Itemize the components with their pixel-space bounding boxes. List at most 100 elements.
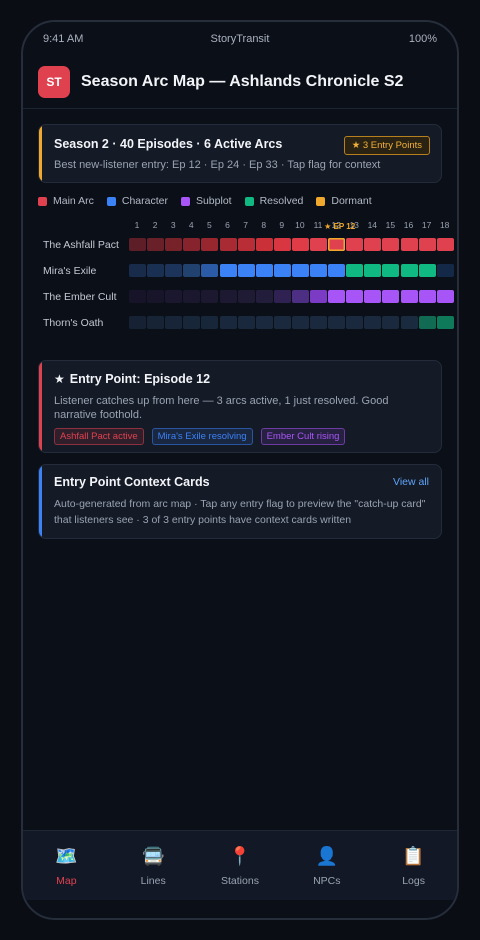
arc-cell[interactable] <box>291 238 309 251</box>
arc-cell[interactable] <box>129 316 146 329</box>
legend-label: Dormant <box>331 195 372 207</box>
arc-cell[interactable] <box>129 290 146 303</box>
arc-cell[interactable] <box>418 238 436 251</box>
arc-cell[interactable] <box>364 238 382 251</box>
arc-cell[interactable] <box>201 238 219 251</box>
arc-cell[interactable] <box>346 316 364 329</box>
arc-cell[interactable] <box>255 238 273 251</box>
arc-cell[interactable] <box>400 316 418 329</box>
arc-cell[interactable] <box>418 264 436 277</box>
arc-cell[interactable] <box>129 238 146 251</box>
arc-row: The Ashfall Pact <box>23 238 457 252</box>
arc-cell[interactable] <box>183 264 201 277</box>
arc-cell[interactable] <box>291 290 309 303</box>
arc-cell[interactable] <box>201 316 219 329</box>
arc-cell[interactable] <box>328 290 346 303</box>
arc-cell[interactable] <box>147 238 165 251</box>
tab-logs[interactable]: 📋 Logs <box>382 845 446 887</box>
arc-cell[interactable] <box>436 238 454 251</box>
entry-point-card[interactable]: ★ Entry Point: Episode 12 Listener catch… <box>38 360 442 453</box>
arc-cell[interactable] <box>255 264 273 277</box>
arc-cell[interactable] <box>364 316 382 329</box>
arc-cell[interactable] <box>364 290 382 303</box>
arc-cell[interactable] <box>291 264 309 277</box>
star-icon: ★ <box>351 140 361 151</box>
arc-cell[interactable] <box>237 316 255 329</box>
arc-cell[interactable] <box>382 316 400 329</box>
arc-cell[interactable] <box>273 264 291 277</box>
arc-cell[interactable] <box>219 316 237 329</box>
episode-number: 6 <box>225 220 230 230</box>
episode-number: 3 <box>170 220 176 230</box>
arc-cell[interactable] <box>219 264 237 277</box>
arc-cell[interactable] <box>165 290 183 303</box>
episode-number: 9 <box>279 220 285 230</box>
arc-cell[interactable] <box>165 264 183 277</box>
arc-cell[interactable] <box>237 238 255 251</box>
arc-cell[interactable] <box>273 238 291 251</box>
arc-cell[interactable] <box>219 290 237 303</box>
arc-cell[interactable] <box>328 238 346 251</box>
arc-cell[interactable] <box>310 264 327 277</box>
arc-cell[interactable] <box>147 290 165 303</box>
arc-cell[interactable] <box>382 238 400 251</box>
view-all-link[interactable]: View all <box>393 476 429 488</box>
pin-icon: 📍 <box>228 846 252 866</box>
arc-cell[interactable] <box>382 290 400 303</box>
arc-cell[interactable] <box>147 264 165 277</box>
arc-cell[interactable] <box>310 238 327 251</box>
arc-cell[interactable] <box>147 316 165 329</box>
context-cards-description: Auto-generated from arc map · Tap any en… <box>54 498 426 526</box>
arc-cell[interactable] <box>183 290 201 303</box>
arc-cell[interactable] <box>237 290 255 303</box>
arc-row-label: Thorn's Oath <box>43 317 104 329</box>
tab-lines[interactable]: 🚍 Lines <box>121 845 185 887</box>
arc-cell[interactable] <box>400 238 418 251</box>
page-title: Season Arc Map — Ashlands Chronicle S2 <box>81 73 404 90</box>
tab-stations[interactable]: 📍 Stations <box>208 845 272 887</box>
arc-cell[interactable] <box>310 290 327 303</box>
arc-cell[interactable] <box>418 290 436 303</box>
arc-cell[interactable] <box>183 238 201 251</box>
arc-cell[interactable] <box>328 316 346 329</box>
arc-cell[interactable] <box>436 316 454 329</box>
arc-cell[interactable] <box>183 316 201 329</box>
entry-points-badge[interactable]: ★ 3 Entry Points <box>343 136 430 155</box>
arc-cell[interactable] <box>346 264 364 277</box>
bottom-tab-bar: 🗺️ Map 🚍 Lines 📍 Stations 👤 NPCs 📋 Logs <box>23 830 457 900</box>
arc-cell[interactable] <box>165 316 183 329</box>
arc-cell[interactable] <box>436 264 454 277</box>
arc-cell[interactable] <box>291 316 309 329</box>
app-logo: ST <box>38 66 70 98</box>
arc-cell[interactable] <box>237 264 255 277</box>
tab-map[interactable]: 🗺️ Map <box>34 845 98 887</box>
arc-cell[interactable] <box>400 290 418 303</box>
arc-cell[interactable] <box>165 238 183 251</box>
arc-cell[interactable] <box>255 316 273 329</box>
arc-cell[interactable] <box>400 264 418 277</box>
entry-point-description: Listener catches up from here — 3 arcs a… <box>54 395 389 422</box>
status-time: 9:41 AM <box>43 33 84 45</box>
arc-cell[interactable] <box>364 264 382 277</box>
arc-cell[interactable] <box>273 316 291 329</box>
arc-cell[interactable] <box>436 290 454 303</box>
legend-swatch <box>180 196 190 206</box>
arc-cell[interactable] <box>328 264 346 277</box>
legend-label: Character <box>121 195 168 207</box>
arc-cell[interactable] <box>273 290 291 303</box>
arc-cell[interactable] <box>310 316 327 329</box>
entry-points-badge-label: 3 Entry Points <box>362 140 422 151</box>
tab-npcs[interactable]: 👤 NPCs <box>295 845 359 887</box>
arc-cell[interactable] <box>418 316 436 329</box>
arc-cell[interactable] <box>346 238 364 251</box>
entry-point-marker[interactable]: ★ EP 12 <box>324 222 355 231</box>
arc-status-tag: Ashfall Pact active <box>54 427 144 445</box>
arc-cell[interactable] <box>201 290 219 303</box>
arc-cell[interactable] <box>382 264 400 277</box>
status-app-name: StoryTransit <box>210 33 270 45</box>
arc-cell[interactable] <box>129 264 146 277</box>
arc-cell[interactable] <box>255 290 273 303</box>
arc-cell[interactable] <box>201 264 219 277</box>
arc-cell[interactable] <box>346 290 364 303</box>
arc-cell[interactable] <box>219 238 237 251</box>
